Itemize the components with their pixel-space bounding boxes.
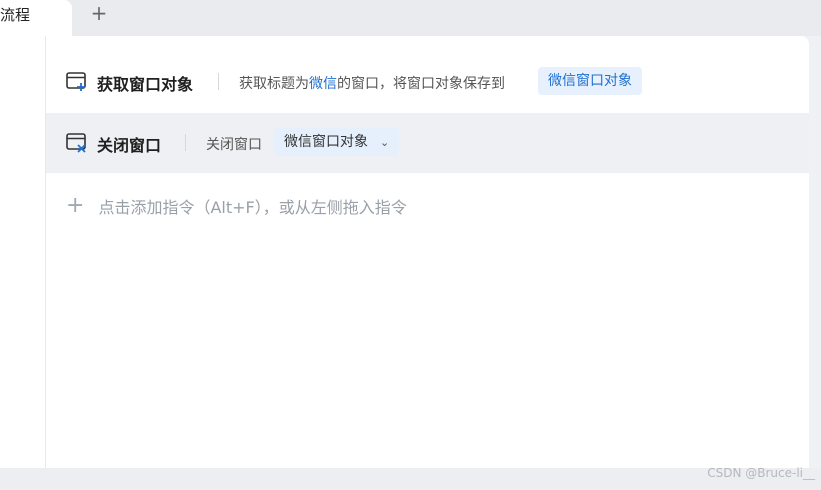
window-close-icon bbox=[66, 133, 86, 153]
command-row-close-window[interactable]: 关闭窗口 关闭窗口 微信窗口对象 ⌄ bbox=[46, 113, 809, 173]
command-description: 获取标题为微信的窗口，将窗口对象保存到 bbox=[239, 73, 505, 93]
select-value: 微信窗口对象 bbox=[284, 134, 368, 150]
desc-highlight-title[interactable]: 微信 bbox=[309, 76, 337, 92]
plus-icon: + bbox=[66, 193, 85, 218]
command-param-label: 关闭窗口 bbox=[206, 137, 262, 153]
desc-suffix: 的窗口，将窗口对象保存到 bbox=[337, 76, 505, 92]
watermark: CSDN @Bruce-li__ bbox=[707, 466, 815, 480]
tab-flow[interactable]: 流程 bbox=[0, 0, 72, 36]
flow-editor-panel: 获取窗口对象 获取标题为微信的窗口，将窗口对象保存到 微信窗口对象 关闭窗口 关… bbox=[46, 36, 809, 468]
add-command-button[interactable]: + 点击添加指令（Alt+F），或从左侧拖入指令 bbox=[66, 192, 407, 220]
add-tab-button[interactable]: + bbox=[86, 0, 112, 26]
window-add-icon bbox=[66, 72, 86, 91]
divider bbox=[185, 134, 186, 151]
command-title: 关闭窗口 bbox=[97, 136, 162, 155]
command-title: 获取窗口对象 bbox=[97, 75, 194, 94]
chevron-down-icon: ⌄ bbox=[380, 136, 390, 149]
left-sidebar-strip bbox=[0, 36, 45, 468]
bottom-bar bbox=[0, 468, 821, 490]
tab-bar: 流程 + bbox=[0, 0, 821, 36]
output-variable-chip[interactable]: 微信窗口对象 bbox=[538, 67, 642, 95]
desc-prefix: 获取标题为 bbox=[239, 76, 309, 92]
window-object-select[interactable]: 微信窗口对象 ⌄ bbox=[274, 128, 400, 156]
divider bbox=[218, 73, 219, 90]
tab-flow-label: 流程 bbox=[0, 6, 31, 24]
add-command-hint: 点击添加指令（Alt+F），或从左侧拖入指令 bbox=[98, 198, 407, 217]
command-row-get-window[interactable]: 获取窗口对象 获取标题为微信的窗口，将窗口对象保存到 微信窗口对象 bbox=[46, 52, 809, 112]
